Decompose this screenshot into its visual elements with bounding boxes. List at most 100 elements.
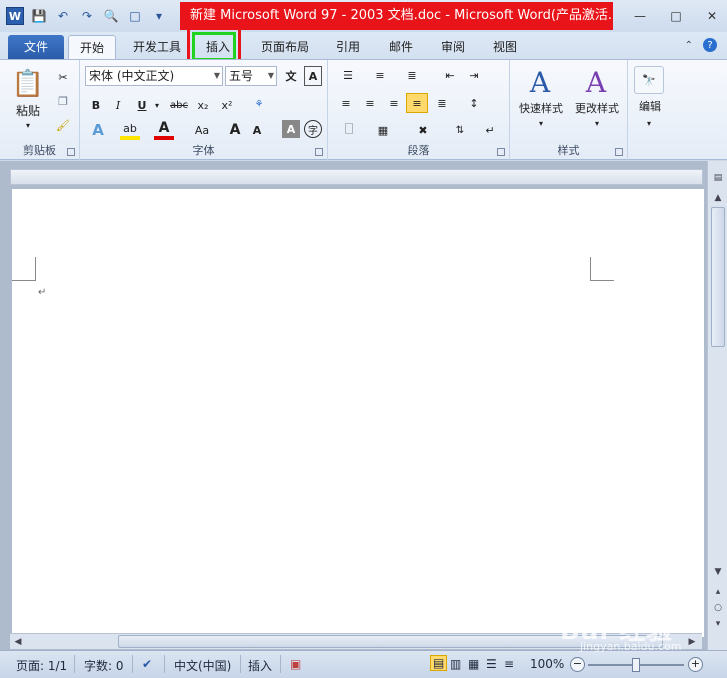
quick-styles-dropdown-icon[interactable]: ▾ bbox=[536, 118, 546, 128]
paste-button[interactable]: 粘贴 bbox=[8, 102, 48, 118]
word-count[interactable]: 字数: 0 bbox=[84, 657, 124, 674]
zoom-in-button[interactable]: + bbox=[688, 657, 703, 672]
bold-button[interactable]: B bbox=[88, 96, 104, 114]
full-screen-reading-icon[interactable]: ▥ bbox=[450, 657, 461, 671]
print-preview-icon[interactable]: 🔍 bbox=[102, 7, 120, 25]
borders-icon[interactable]: ▦ bbox=[370, 120, 396, 140]
decrease-indent-icon[interactable]: ⇤ bbox=[440, 66, 460, 84]
change-styles-button[interactable]: 更改样式 bbox=[570, 100, 624, 116]
change-case-button[interactable]: Aa bbox=[190, 120, 214, 140]
quick-styles-icon[interactable]: A bbox=[524, 64, 556, 100]
web-layout-icon[interactable]: ▦ bbox=[468, 657, 479, 671]
underline-button[interactable]: U bbox=[134, 96, 150, 114]
select-browse-object-icon[interactable]: ○ bbox=[710, 601, 726, 615]
font-size-combo[interactable]: 五号 ▼ bbox=[225, 66, 277, 86]
italic-button[interactable]: I bbox=[110, 96, 126, 114]
previous-page-icon[interactable]: ▴ bbox=[710, 585, 726, 599]
scroll-left-icon[interactable]: ◀ bbox=[10, 635, 26, 649]
multilevel-list-icon[interactable]: ≣ bbox=[400, 66, 424, 84]
subscript-button[interactable]: x₂ bbox=[194, 96, 212, 114]
insert-mode-status[interactable]: 插入 bbox=[248, 657, 272, 674]
editing-button[interactable]: 编辑 bbox=[630, 98, 670, 114]
phonetic-guide-icon[interactable]: 文 bbox=[282, 66, 300, 86]
scroll-down-icon[interactable]: ▼ bbox=[710, 565, 726, 579]
scroll-up-icon[interactable]: ▲ bbox=[710, 191, 726, 205]
draft-view-icon[interactable]: ≡ bbox=[504, 657, 514, 671]
undo-icon[interactable]: ↶ bbox=[54, 7, 72, 25]
zoom-out-button[interactable]: − bbox=[570, 657, 585, 672]
minimize-button[interactable]: — bbox=[631, 8, 649, 24]
tab-view[interactable]: 视图 bbox=[484, 35, 526, 60]
tab-mailings[interactable]: 邮件 bbox=[380, 35, 422, 60]
line-spacing-icon[interactable]: ↕ bbox=[462, 94, 486, 112]
enclose-characters-icon[interactable]: 字 bbox=[304, 120, 322, 138]
chinese-layout-icon[interactable]: ✖ bbox=[410, 120, 436, 140]
grow-font-button[interactable]: A bbox=[226, 120, 244, 140]
print-layout-view-icon[interactable]: ▤ bbox=[430, 655, 448, 671]
editing-dropdown-icon[interactable]: ▾ bbox=[644, 118, 654, 128]
strikethrough-button[interactable]: abc bbox=[168, 96, 190, 114]
bullets-icon[interactable]: ☰ bbox=[336, 66, 360, 84]
tab-home[interactable]: 开始 bbox=[68, 35, 116, 60]
cut-icon[interactable]: ✂ bbox=[54, 68, 72, 86]
change-styles-icon[interactable]: A bbox=[580, 64, 612, 100]
language-status[interactable]: 中文(中国) bbox=[174, 657, 231, 674]
tab-references[interactable]: 引用 bbox=[328, 35, 368, 60]
shrink-font-button[interactable]: A bbox=[248, 120, 266, 140]
superscript-button[interactable]: x² bbox=[218, 96, 236, 114]
align-left-icon[interactable]: ≡ bbox=[336, 94, 356, 112]
vertical-scroll-thumb[interactable] bbox=[711, 207, 725, 347]
styles-launcher-icon[interactable] bbox=[615, 148, 623, 156]
scroll-right-icon[interactable]: ▶ bbox=[684, 635, 700, 649]
tab-page-layout[interactable]: 页面布局 bbox=[252, 35, 318, 60]
copy-icon[interactable]: ❐ bbox=[54, 92, 72, 110]
customize-qat-icon[interactable]: ▾ bbox=[150, 7, 168, 25]
minimize-ribbon-icon[interactable]: ⌃ bbox=[685, 40, 693, 51]
font-color-icon[interactable]: A bbox=[154, 120, 174, 140]
vertical-scrollbar[interactable]: ▤ ▲ ▼ ▴ ○ ▾ bbox=[707, 161, 727, 650]
zoom-level[interactable]: 100% bbox=[530, 657, 564, 671]
next-page-icon[interactable]: ▾ bbox=[710, 617, 726, 631]
find-binoculars-icon[interactable]: 🔭 bbox=[634, 66, 664, 94]
sort-icon[interactable]: ⇅ bbox=[450, 120, 470, 140]
character-shading-icon[interactable]: A bbox=[282, 120, 300, 138]
highlight-color-icon[interactable]: ab bbox=[120, 120, 140, 140]
close-button[interactable]: ✕ bbox=[703, 8, 721, 24]
macro-record-icon[interactable]: ▣ bbox=[290, 657, 301, 671]
justify-icon[interactable]: ≡ bbox=[406, 93, 428, 113]
paragraph-launcher-icon[interactable] bbox=[497, 148, 505, 156]
tab-file[interactable]: 文件 bbox=[8, 35, 64, 60]
paste-icon[interactable]: 📋 bbox=[10, 66, 46, 102]
align-center-icon[interactable]: ≡ bbox=[360, 94, 380, 112]
font-launcher-icon[interactable] bbox=[315, 148, 323, 156]
underline-dropdown-icon[interactable]: ▾ bbox=[152, 96, 162, 114]
paste-dropdown-icon[interactable]: ▾ bbox=[22, 120, 34, 130]
word-logo-icon[interactable]: W bbox=[6, 7, 24, 25]
font-name-combo[interactable]: 宋体 (中文正文) ▼ bbox=[85, 66, 223, 86]
page-count[interactable]: 页面: 1/1 bbox=[16, 657, 67, 674]
tab-developer[interactable]: 开发工具 bbox=[122, 35, 192, 60]
distributed-icon[interactable]: ≣ bbox=[432, 94, 452, 112]
ruler-toggle-icon[interactable]: ▤ bbox=[710, 171, 726, 185]
redo-icon[interactable]: ↷ bbox=[78, 7, 96, 25]
save-icon[interactable]: 💾 bbox=[30, 7, 48, 25]
show-marks-icon[interactable]: ↵ bbox=[480, 120, 500, 140]
proofing-icon[interactable]: ✔ bbox=[142, 657, 152, 671]
font-name-dropdown-icon[interactable]: ▼ bbox=[214, 67, 220, 85]
text-effects-icon[interactable]: A bbox=[88, 120, 108, 140]
format-painter-icon[interactable]: 🖌 bbox=[54, 116, 72, 134]
document-page[interactable]: ↵ bbox=[12, 189, 704, 637]
quick-styles-button[interactable]: 快速样式 bbox=[514, 100, 568, 116]
zoom-slider-knob[interactable] bbox=[632, 658, 640, 672]
numbering-icon[interactable]: ≡ bbox=[368, 66, 392, 84]
font-size-dropdown-icon[interactable]: ▼ bbox=[268, 67, 274, 85]
clear-formatting-icon[interactable]: ⚘ bbox=[248, 94, 270, 114]
shading-icon[interactable]: 🗌 bbox=[336, 120, 362, 140]
clipboard-launcher-icon[interactable] bbox=[67, 148, 75, 156]
outline-view-icon[interactable]: ☰ bbox=[486, 657, 497, 671]
increase-indent-icon[interactable]: ⇥ bbox=[464, 66, 484, 84]
help-icon[interactable]: ? bbox=[703, 38, 717, 52]
new-document-icon[interactable]: □ bbox=[126, 7, 144, 25]
character-border-icon[interactable]: A bbox=[304, 66, 322, 86]
tab-review[interactable]: 审阅 bbox=[432, 35, 474, 60]
